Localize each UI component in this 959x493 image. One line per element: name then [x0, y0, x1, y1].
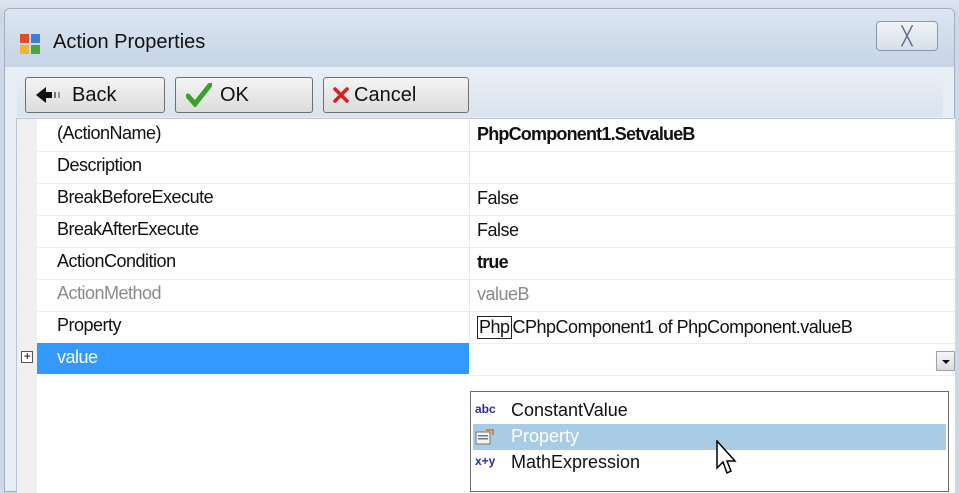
close-button[interactable]: ╳	[876, 21, 938, 51]
back-label: Back	[72, 83, 117, 106]
dialog-title: Action Properties	[53, 31, 206, 53]
ok-button[interactable]: OK	[175, 77, 313, 113]
property-name: ActionMethod	[57, 283, 162, 303]
property-row-description[interactable]: Description	[17, 151, 955, 184]
column-separator	[469, 279, 470, 311]
property-name: (ActionName)	[57, 123, 162, 143]
toolbar: Back OK Cancel	[17, 69, 943, 117]
property-name: Property	[57, 315, 122, 335]
property-value[interactable]: true	[477, 252, 509, 273]
column-separator	[469, 183, 470, 215]
property-value: PhpComponent1.SetvalueB	[477, 124, 695, 144]
option-property[interactable]: Property	[473, 424, 946, 450]
property-value[interactable]: False	[477, 220, 519, 241]
column-separator	[469, 119, 470, 151]
property-row-value[interactable]: + value	[17, 343, 955, 376]
property-value[interactable]: Php CPhpComponent1 of PhpComponent.valueB	[477, 316, 853, 339]
property-name: BreakAfterExecute	[57, 219, 199, 239]
check-icon	[186, 83, 212, 107]
column-separator	[469, 247, 470, 279]
property-row-actionmethod: ActionMethod valueB	[17, 279, 955, 312]
cancel-button[interactable]: Cancel	[323, 77, 469, 113]
dropdown-arrow-button[interactable]	[936, 351, 955, 371]
column-separator	[469, 311, 470, 343]
property-row-property[interactable]: Property Php CPhpComponent1 of PhpCompone…	[17, 311, 955, 344]
back-button[interactable]: Back	[25, 77, 165, 113]
option-label: MathExpression	[511, 452, 641, 472]
property-name: value	[57, 347, 98, 367]
ok-label: OK	[220, 83, 249, 106]
column-separator	[469, 151, 470, 183]
column-separator	[469, 215, 470, 247]
selection-highlight	[37, 343, 469, 374]
back-arrow-icon	[36, 87, 60, 103]
abc-icon: abc	[475, 402, 496, 416]
property-value-text: CPhpComponent1 of PhpComponent.valueB	[512, 317, 853, 337]
option-label: Property	[511, 426, 580, 446]
php-icon-box: Php	[477, 316, 512, 339]
cancel-label: Cancel	[354, 83, 417, 106]
title-bar: Action Properties ╳	[5, 9, 954, 67]
property-name: BreakBeforeExecute	[57, 187, 214, 207]
app-icon	[20, 34, 40, 54]
option-constantvalue[interactable]: abc ConstantValue	[473, 398, 946, 424]
property-value: valueB	[477, 284, 530, 304]
option-mathexpression[interactable]: x+y MathExpression	[473, 450, 946, 476]
property-row-breakafterexecute[interactable]: BreakAfterExecute False	[17, 215, 955, 248]
math-expression-icon: x+y	[475, 454, 496, 468]
property-name: Description	[57, 155, 142, 175]
property-row-breakbeforeexecute[interactable]: BreakBeforeExecute False	[17, 183, 955, 216]
expand-icon[interactable]: +	[21, 350, 33, 363]
mouse-cursor-icon	[716, 440, 737, 475]
property-name: ActionCondition	[57, 251, 176, 271]
option-label: ConstantValue	[511, 400, 628, 420]
property-row-actionname[interactable]: (ActionName) PhpComponent1.SetvalueB	[17, 119, 955, 152]
cancel-x-icon	[333, 87, 349, 103]
property-value[interactable]: False	[477, 188, 519, 209]
property-icon	[475, 429, 494, 445]
value-type-dropdown: abc ConstantValue Property x+y MathExpre…	[470, 391, 949, 492]
property-row-actioncondition[interactable]: ActionCondition true	[17, 247, 955, 280]
